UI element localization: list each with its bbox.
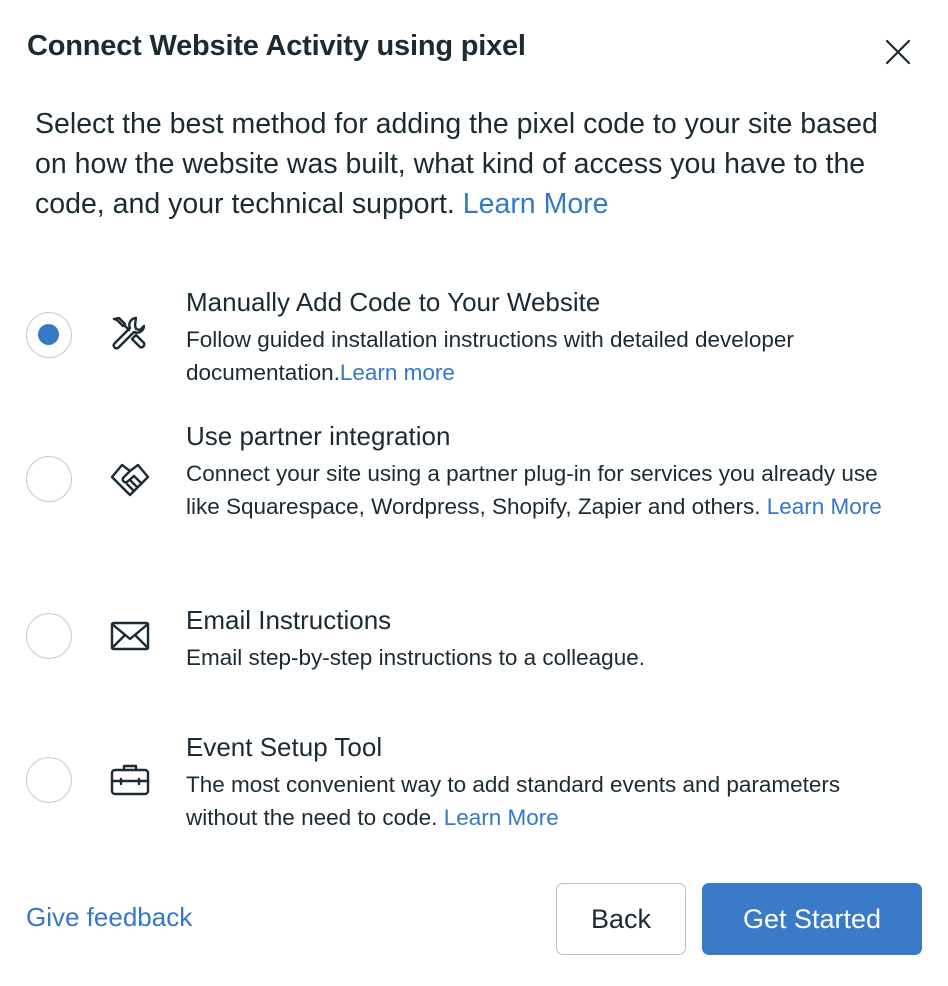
radio-manual-code[interactable]: [26, 312, 72, 358]
connect-pixel-dialog: Connect Website Activity using pixel Sel…: [0, 0, 948, 986]
option-description: The most convenient way to add standard …: [186, 769, 906, 834]
option-description: Email step-by-step instructions to a col…: [186, 642, 906, 675]
option-description: Connect your site using a partner plug-i…: [186, 458, 906, 523]
option-title: Manually Add Code to Your Website: [186, 287, 601, 317]
tools-icon: [108, 313, 152, 357]
envelope-icon: [108, 614, 152, 658]
radio-partner-integration[interactable]: [26, 456, 72, 502]
close-button[interactable]: [878, 32, 918, 72]
option-description: Follow guided installation instructions …: [186, 324, 906, 389]
option-learn-more-link[interactable]: Learn More: [444, 805, 559, 830]
toolbox-icon: [108, 758, 152, 802]
close-icon: [885, 39, 911, 65]
option-learn-more-link[interactable]: Learn more: [340, 360, 455, 385]
option-learn-more-link[interactable]: Learn More: [767, 494, 882, 519]
radio-email-instructions[interactable]: [26, 613, 72, 659]
handshake-icon: [108, 457, 152, 501]
dialog-title: Connect Website Activity using pixel: [27, 30, 526, 62]
get-started-button[interactable]: Get Started: [702, 883, 922, 955]
radio-event-setup-tool[interactable]: [26, 757, 72, 803]
intro-learn-more-link[interactable]: Learn More: [463, 188, 609, 220]
give-feedback-link[interactable]: Give feedback: [26, 902, 192, 933]
option-title: Event Setup Tool: [186, 732, 383, 762]
option-description-text: Follow guided installation instructions …: [186, 327, 794, 385]
option-description-text: Email step-by-step instructions to a col…: [186, 645, 645, 670]
option-title: Use partner integration: [186, 421, 451, 451]
back-button[interactable]: Back: [556, 883, 686, 955]
intro-paragraph: Select the best method for adding the pi…: [35, 104, 915, 224]
option-title: Email Instructions: [186, 605, 392, 635]
radio-selected-dot: [38, 324, 59, 345]
intro-text: Select the best method for adding the pi…: [35, 108, 878, 220]
